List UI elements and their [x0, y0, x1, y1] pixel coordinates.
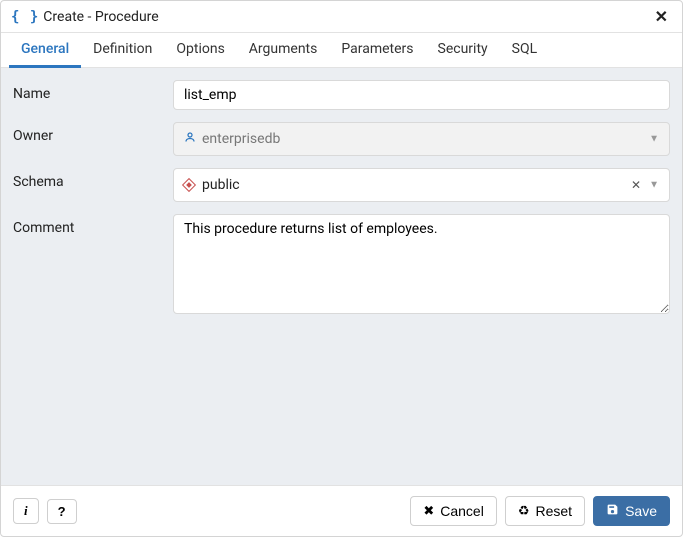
- cancel-button[interactable]: ✖ Cancel: [410, 496, 497, 526]
- chevron-down-icon: ▼: [649, 180, 659, 191]
- save-button[interactable]: Save: [593, 496, 670, 526]
- tab-options[interactable]: Options: [164, 33, 236, 67]
- clear-icon[interactable]: ✕: [631, 178, 641, 192]
- schema-select[interactable]: public ✕ ▼: [173, 168, 670, 202]
- tab-bar: General Definition Options Arguments Par…: [1, 33, 682, 68]
- form-body: Name Owner enterprisedb ▼ Schema: [1, 68, 682, 485]
- help-button[interactable]: ?: [47, 499, 77, 524]
- info-icon: i: [24, 503, 28, 519]
- name-input[interactable]: [173, 80, 670, 110]
- schema-label: Schema: [13, 168, 173, 190]
- reset-label: Reset: [536, 503, 573, 519]
- dialog-title: Create - Procedure: [43, 9, 158, 25]
- comment-label: Comment: [13, 214, 173, 236]
- braces-icon: { }: [11, 9, 39, 25]
- comment-textarea[interactable]: This procedure returns list of employees…: [173, 214, 670, 314]
- tab-arguments[interactable]: Arguments: [237, 33, 330, 67]
- user-icon: [184, 131, 196, 147]
- owner-select[interactable]: enterprisedb ▼: [173, 122, 670, 156]
- owner-label: Owner: [13, 122, 173, 144]
- save-icon: [606, 503, 619, 519]
- recycle-icon: ♻: [518, 503, 530, 519]
- help-icon: ?: [58, 504, 66, 519]
- reset-button[interactable]: ♻ Reset: [505, 496, 585, 526]
- tab-general[interactable]: General: [9, 33, 81, 68]
- close-icon[interactable]: ✕: [651, 7, 672, 26]
- dialog-header: { } Create - Procedure ✕: [1, 1, 682, 33]
- tab-security[interactable]: Security: [426, 33, 500, 67]
- schema-value: public: [202, 177, 240, 193]
- dialog-footer: i ? ✖ Cancel ♻ Reset Save: [1, 485, 682, 536]
- name-label: Name: [13, 80, 173, 102]
- tab-definition[interactable]: Definition: [81, 33, 164, 67]
- create-procedure-dialog: { } Create - Procedure ✕ General Definit…: [0, 0, 683, 537]
- close-icon: ✖: [423, 503, 434, 519]
- tab-sql[interactable]: SQL: [500, 33, 549, 67]
- info-button[interactable]: i: [13, 498, 39, 524]
- owner-value: enterprisedb: [202, 131, 280, 147]
- cancel-label: Cancel: [440, 503, 484, 519]
- chevron-down-icon: ▼: [649, 134, 659, 145]
- save-label: Save: [625, 503, 657, 519]
- tab-parameters[interactable]: Parameters: [329, 33, 425, 67]
- schema-icon: [182, 178, 196, 192]
